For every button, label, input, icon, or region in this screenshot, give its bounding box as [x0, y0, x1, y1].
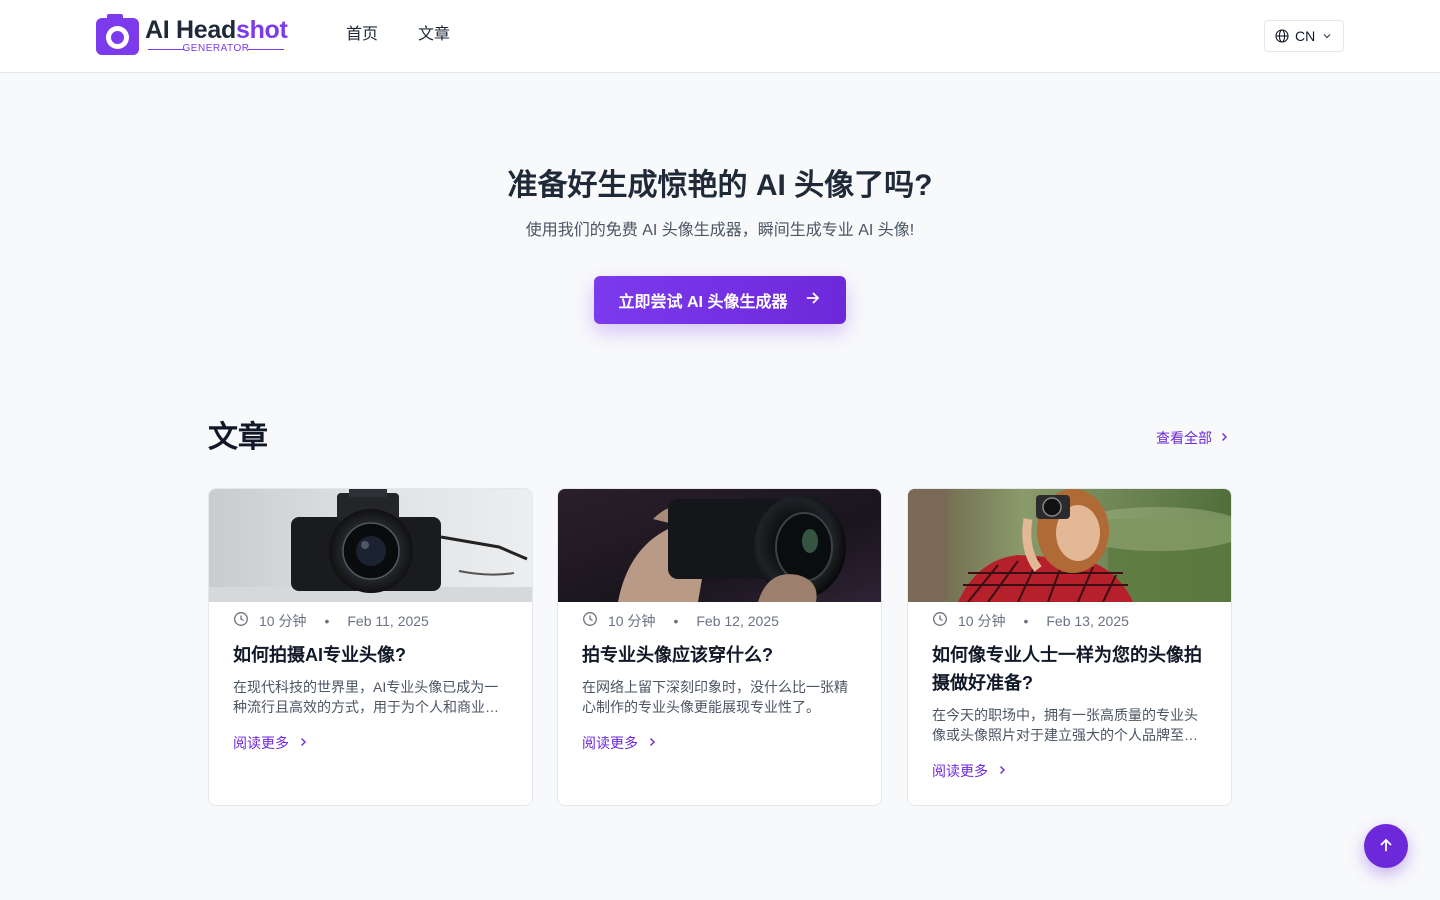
article-image-lens[interactable]	[558, 489, 881, 602]
article-image-camera[interactable]	[209, 489, 532, 602]
site-logo[interactable]: AI Headshot GENERATOR	[96, 14, 288, 56]
chevron-down-icon	[1321, 30, 1333, 42]
site-header: AI Headshot GENERATOR 首页 文章 CN	[0, 0, 1440, 73]
meta-separator: •	[673, 613, 679, 629]
clock-icon	[233, 611, 249, 631]
article-excerpt: 在网络上留下深刻印象时，没什么比一张精心制作的专业头像更能展现专业性了。	[582, 679, 848, 715]
hero-subtitle: 使用我们的免费 AI 头像生成器，瞬间生成专业 AI 头像!	[525, 222, 915, 239]
article-date: Feb 12, 2025	[696, 613, 779, 629]
view-all-link[interactable]: 查看全部	[1156, 428, 1230, 448]
article-card[interactable]: 10 分钟 • Feb 13, 2025 如何像专业人士一样为您的头像拍摄做好准…	[907, 488, 1232, 806]
back-to-top-button[interactable]	[1364, 824, 1408, 868]
clock-icon	[582, 611, 598, 631]
article-title[interactable]: 拍专业头像应该穿什么?	[582, 641, 860, 669]
language-value: CN	[1295, 28, 1316, 44]
article-meta: 10 分钟 • Feb 11, 2025	[233, 611, 429, 631]
article-meta: 10 分钟 • Feb 13, 2025	[932, 611, 1129, 631]
articles-heading: 文章	[208, 421, 268, 454]
language-selector[interactable]: CN	[1264, 20, 1344, 52]
article-image-photographer[interactable]	[908, 489, 1231, 602]
globe-icon	[1275, 29, 1289, 43]
article-date: Feb 13, 2025	[1046, 613, 1129, 629]
hero-title: 准备好生成惊艳的 AI 头像了吗?	[507, 169, 933, 202]
read-more-link[interactable]: 阅读更多	[233, 733, 309, 753]
article-card[interactable]: 10 分钟 • Feb 11, 2025 如何拍摄AI专业头像? 在现代科技的世…	[208, 488, 533, 806]
arrow-up-icon	[1378, 837, 1394, 856]
read-more-label: 阅读更多	[932, 763, 988, 779]
article-card[interactable]: 10 分钟 • Feb 12, 2025 拍专业头像应该穿什么? 在网络上留下深…	[557, 488, 882, 806]
cta-label: 立即尝试 AI 头像生成器	[618, 294, 788, 311]
read-time: 10 分钟	[608, 613, 656, 629]
read-more-link[interactable]: 阅读更多	[582, 733, 658, 753]
chevron-right-icon	[1218, 428, 1230, 448]
camera-icon	[96, 14, 139, 55]
read-time: 10 分钟	[259, 613, 307, 629]
read-more-label: 阅读更多	[233, 735, 289, 751]
chevron-right-icon	[996, 761, 1008, 781]
meta-separator: •	[1023, 613, 1029, 629]
nav-item-home[interactable]: 首页	[346, 24, 378, 46]
article-title[interactable]: 如何像专业人士一样为您的头像拍摄做好准备?	[932, 641, 1210, 697]
logo-title: AI Headshot	[145, 16, 288, 44]
article-excerpt: 在现代科技的世界里，AI专业头像已成为一种流行且高效的方式，用于为个人和商业用途…	[233, 679, 499, 715]
main-nav: 首页 文章	[346, 24, 450, 46]
logo-subtitle: GENERATOR	[148, 43, 284, 55]
read-more-label: 阅读更多	[582, 735, 638, 751]
nav-item-articles[interactable]: 文章	[418, 24, 450, 46]
article-title[interactable]: 如何拍摄AI专业头像?	[233, 641, 511, 669]
try-generator-button[interactable]: 立即尝试 AI 头像生成器	[594, 276, 846, 324]
clock-icon	[932, 611, 948, 631]
read-time: 10 分钟	[958, 613, 1006, 629]
meta-separator: •	[324, 613, 330, 629]
chevron-right-icon	[646, 733, 658, 753]
article-date: Feb 11, 2025	[347, 613, 429, 629]
article-meta: 10 分钟 • Feb 12, 2025	[582, 611, 779, 631]
read-more-link[interactable]: 阅读更多	[932, 761, 1008, 781]
arrow-right-icon	[805, 290, 821, 311]
article-excerpt: 在今天的职场中，拥有一张高质量的专业头像或头像照片对于建立强大的个人品牌至关重要…	[932, 707, 1198, 743]
chevron-right-icon	[297, 733, 309, 753]
view-all-label: 查看全部	[1156, 430, 1212, 446]
